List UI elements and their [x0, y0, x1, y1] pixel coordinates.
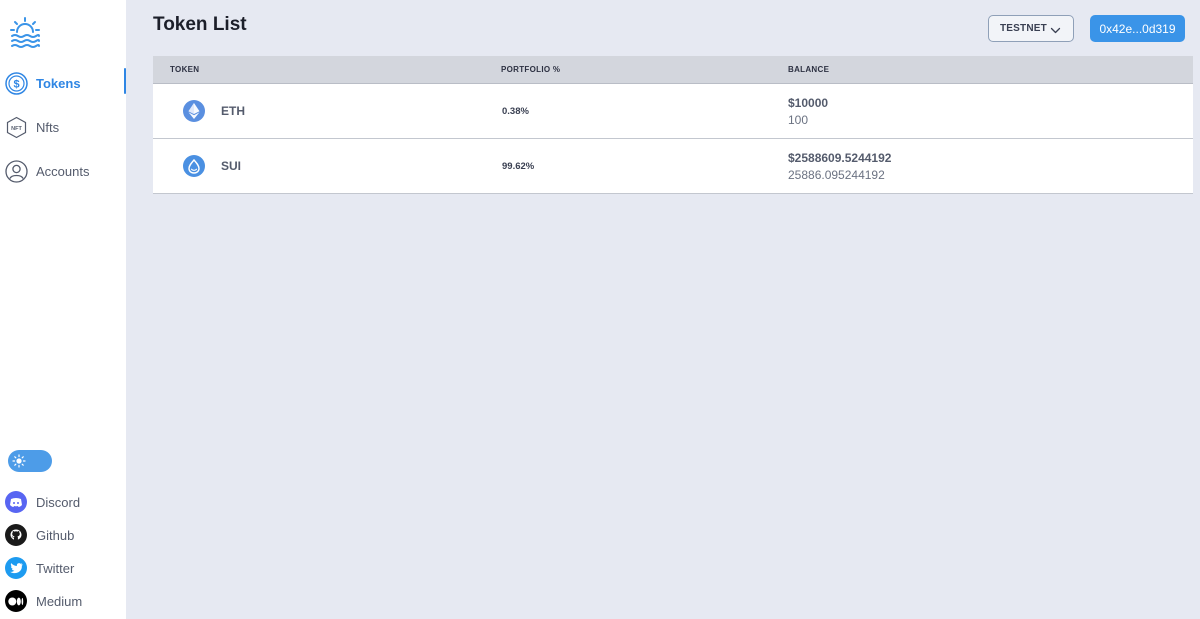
- social-label: Twitter: [36, 560, 75, 576]
- user-icon: [5, 159, 28, 183]
- token-balance-amount: 25886.095244192: [788, 168, 885, 182]
- sidebar-item-label: Nfts: [36, 119, 60, 135]
- token-symbol: ETH: [221, 104, 245, 118]
- table-row[interactable]: ETH 0.38% $10000 100: [153, 84, 1193, 139]
- twitter-icon: [5, 557, 27, 579]
- github-link[interactable]: Github: [5, 523, 115, 547]
- sunrise-logo-icon[interactable]: [8, 15, 42, 49]
- social-label: Discord: [36, 494, 81, 510]
- table-row[interactable]: SUI 99.62% $2588609.5244192 25886.095244…: [153, 139, 1193, 194]
- chevron-down-icon: [1050, 23, 1061, 41]
- social-label: Medium: [36, 593, 83, 609]
- token-balance-usd: $10000: [788, 96, 829, 110]
- theme-toggle[interactable]: [8, 450, 52, 472]
- page-title: Token List: [153, 14, 247, 35]
- sidebar-item-label: Accounts: [36, 163, 90, 179]
- sidebar-item-nfts[interactable]: NFT Nfts: [5, 114, 126, 140]
- social-label: Github: [36, 527, 75, 543]
- column-header-portfolio: PORTFOLIO %: [501, 65, 561, 74]
- dollar-coin-icon: $: [5, 71, 28, 95]
- nft-icon: NFT: [5, 116, 28, 139]
- wallet-address-button[interactable]: 0x42e...0d319: [1090, 15, 1185, 42]
- discord-link[interactable]: Discord: [5, 490, 115, 514]
- twitter-link[interactable]: Twitter: [5, 556, 115, 580]
- network-label: TESTNET: [1000, 23, 1047, 34]
- network-dropdown[interactable]: TESTNET: [988, 15, 1074, 42]
- svg-text:$: $: [13, 78, 19, 90]
- svg-text:NFT: NFT: [11, 126, 22, 132]
- sidebar-item-tokens[interactable]: $ Tokens: [5, 68, 126, 96]
- sun-icon: [12, 454, 26, 468]
- github-icon: [5, 524, 27, 546]
- sidebar-item-accounts[interactable]: Accounts: [5, 158, 126, 184]
- token-table: TOKEN PORTFOLIO % BALANCE ETH 0.38% $100…: [153, 56, 1193, 194]
- token-portfolio-percent: 0.38%: [502, 106, 529, 117]
- sidebar: $ Tokens NFT Nfts Accounts Discord Githu…: [0, 0, 126, 619]
- medium-link[interactable]: Medium: [5, 589, 115, 613]
- sidebar-item-label: Tokens: [36, 75, 81, 91]
- sui-icon: [183, 155, 205, 177]
- ethereum-icon: [183, 100, 205, 122]
- token-balance-amount: 100: [788, 113, 809, 127]
- token-balance-usd: $2588609.5244192: [788, 151, 892, 165]
- table-header: TOKEN PORTFOLIO % BALANCE: [153, 56, 1193, 84]
- column-header-balance: BALANCE: [788, 65, 830, 74]
- token-portfolio-percent: 99.62%: [502, 161, 535, 172]
- token-symbol: SUI: [221, 159, 242, 173]
- discord-icon: [5, 491, 27, 513]
- medium-icon: [5, 590, 27, 612]
- column-header-token: TOKEN: [170, 65, 200, 74]
